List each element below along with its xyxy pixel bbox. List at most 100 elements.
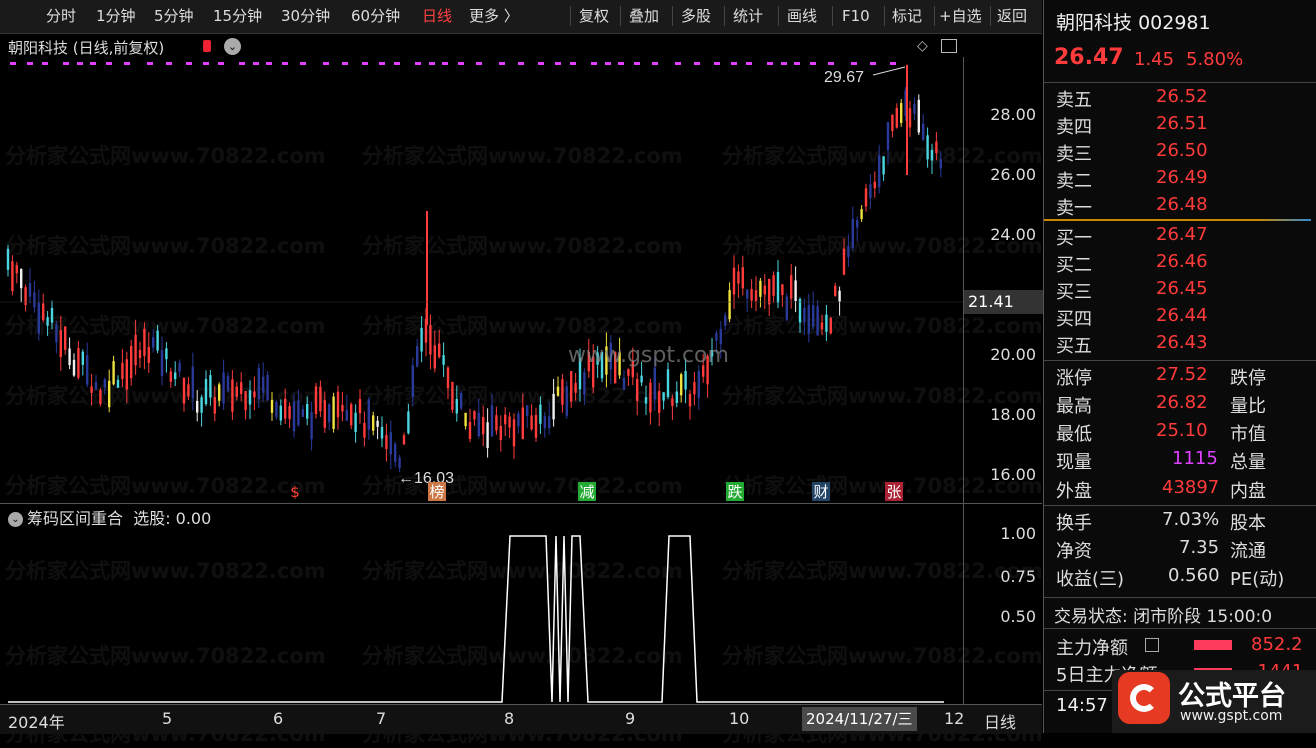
tab-30min[interactable]: 30分钟 bbox=[281, 5, 330, 27]
candle-body bbox=[11, 261, 14, 291]
bid-price[interactable]: 26.44 bbox=[1156, 305, 1208, 326]
signal-dot bbox=[538, 62, 544, 65]
candle-body bbox=[790, 275, 793, 299]
f10-button[interactable]: F10 bbox=[842, 5, 870, 27]
candle-body bbox=[6, 248, 10, 270]
tab-1min[interactable]: 1分钟 bbox=[96, 5, 136, 27]
price-axis: 28.00 26.00 24.00 20.00 18.00 16.00 bbox=[963, 57, 1044, 503]
tab-more[interactable]: 更多 〉 bbox=[469, 5, 519, 27]
float-label: 流通 bbox=[1230, 541, 1266, 562]
diamond-icon[interactable]: ◇ bbox=[917, 38, 928, 54]
date-axis: 2024年 5 6 7 8 9 10 2024/11/27/三 12 日线 bbox=[0, 704, 1042, 734]
candle-body bbox=[746, 289, 749, 299]
list-icon[interactable] bbox=[1145, 638, 1159, 652]
tab-5min[interactable]: 5分钟 bbox=[154, 5, 194, 27]
candle-body bbox=[55, 324, 58, 343]
tab-15min[interactable]: 15分钟 bbox=[213, 5, 262, 27]
candle-body bbox=[451, 381, 454, 410]
candle-body bbox=[328, 404, 331, 423]
main-flow-value: 852.2 bbox=[1251, 634, 1303, 655]
toolbar-divider bbox=[672, 6, 673, 26]
candle-body bbox=[354, 412, 357, 433]
indicator-chart[interactable] bbox=[0, 504, 963, 704]
bid-price[interactable]: 26.43 bbox=[1156, 332, 1208, 353]
candle-body bbox=[464, 412, 467, 427]
candle-body bbox=[33, 292, 36, 308]
bid-price[interactable]: 26.47 bbox=[1156, 224, 1208, 245]
ask-price[interactable]: 26.48 bbox=[1156, 194, 1208, 215]
candle-body bbox=[332, 396, 335, 429]
candle-body bbox=[900, 103, 903, 123]
chevron-down-icon[interactable]: ⌄ bbox=[224, 38, 241, 55]
ask-label: 卖五 bbox=[1056, 90, 1092, 111]
candle-body bbox=[768, 278, 771, 305]
candle-body bbox=[191, 366, 194, 399]
candle-body bbox=[552, 393, 555, 420]
candle-body bbox=[935, 141, 938, 154]
divider bbox=[1044, 597, 1316, 598]
statistics-button[interactable]: 统计 bbox=[733, 5, 763, 27]
mark-button[interactable]: 标记 bbox=[892, 5, 922, 27]
signal-dot bbox=[166, 62, 172, 65]
candle-body bbox=[482, 417, 485, 435]
signal-dot bbox=[476, 62, 482, 65]
candle-body bbox=[512, 419, 516, 447]
ask-price[interactable]: 26.50 bbox=[1156, 140, 1208, 161]
toolbar-divider bbox=[570, 6, 571, 26]
candle-body bbox=[548, 416, 551, 429]
candle-body bbox=[460, 392, 463, 409]
candle-body bbox=[24, 287, 27, 306]
candle-body bbox=[574, 382, 577, 393]
candle-body bbox=[926, 135, 929, 160]
signal-dot bbox=[63, 62, 69, 65]
candle-body bbox=[847, 245, 850, 258]
candle-body bbox=[820, 322, 824, 330]
candle-body bbox=[385, 434, 388, 449]
back-button[interactable]: 返回 bbox=[997, 5, 1027, 27]
candle-body bbox=[310, 412, 313, 440]
volume-ratio-label: 量比 bbox=[1230, 396, 1266, 417]
candle-body bbox=[860, 209, 863, 220]
overlay-button[interactable]: 叠加 bbox=[629, 5, 659, 27]
chart-title: 朝阳科技 (日线,前复权) bbox=[8, 39, 165, 57]
restore-rights-button[interactable]: 复权 bbox=[579, 5, 609, 27]
price-tick: 18.00 bbox=[990, 405, 1036, 424]
candle-body bbox=[50, 307, 54, 323]
signal-dot bbox=[781, 62, 787, 65]
signal-dot bbox=[10, 62, 16, 65]
signal-dot bbox=[652, 62, 658, 65]
draw-line-button[interactable]: 画线 bbox=[787, 5, 817, 27]
candle-body bbox=[301, 409, 304, 418]
signal-dot bbox=[266, 62, 272, 65]
candle-body bbox=[561, 379, 564, 405]
bid-label: 买五 bbox=[1056, 336, 1092, 357]
candle-body bbox=[913, 104, 916, 114]
ask-price[interactable]: 26.52 bbox=[1156, 86, 1208, 107]
tab-daily[interactable]: 日线 bbox=[422, 5, 452, 27]
multi-stock-button[interactable]: 多股 bbox=[681, 5, 711, 27]
candle-body bbox=[420, 327, 423, 352]
candle-body bbox=[152, 337, 155, 348]
ask-price[interactable]: 26.51 bbox=[1156, 113, 1208, 134]
bid-price[interactable]: 26.45 bbox=[1156, 278, 1208, 299]
candle-body bbox=[94, 382, 98, 390]
candle-body bbox=[86, 355, 89, 385]
add-watchlist-button[interactable]: +自选 bbox=[939, 5, 982, 27]
panel-toggle-icon[interactable] bbox=[941, 39, 957, 53]
candle-body bbox=[772, 275, 775, 296]
candle-body bbox=[15, 265, 18, 274]
candlestick-chart[interactable]: 29.67←16.03$ 榜减跌财张 bbox=[0, 57, 963, 503]
share-capital-label: 股本 bbox=[1230, 513, 1266, 534]
candle-body bbox=[565, 386, 568, 416]
period-label[interactable]: 日线 bbox=[984, 709, 1016, 733]
ask-price[interactable]: 26.49 bbox=[1156, 167, 1208, 188]
tab-60min[interactable]: 60分钟 bbox=[351, 5, 400, 27]
limit-up-label: 涨停 bbox=[1056, 368, 1092, 389]
candle-body bbox=[358, 399, 362, 414]
candle-body bbox=[178, 362, 181, 372]
candle-body bbox=[908, 108, 912, 128]
signal-dot bbox=[618, 62, 624, 65]
divider bbox=[1044, 505, 1316, 506]
tab-timeshare[interactable]: 分时 bbox=[46, 5, 76, 27]
bid-price[interactable]: 26.46 bbox=[1156, 251, 1208, 272]
